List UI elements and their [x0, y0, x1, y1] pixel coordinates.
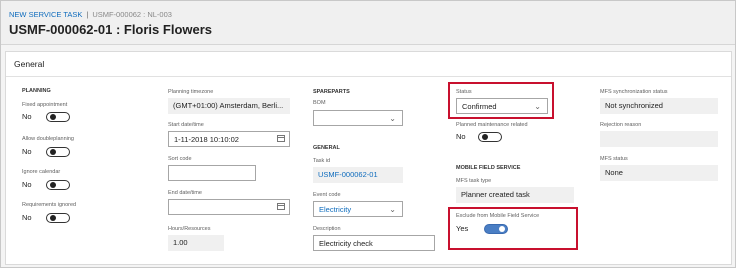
ignore-calendar-value: No: [22, 180, 32, 189]
breadcrumb-id: USMF-000062 : NL-003: [92, 10, 172, 19]
ignore-calendar-toggle[interactable]: [46, 180, 70, 190]
event-code-dropdown[interactable]: Electricity ⌄: [313, 201, 403, 217]
bom-label: BOM: [313, 100, 326, 106]
planning-timezone-field[interactable]: (GMT+01:00) Amsterdam, Berli...: [168, 98, 290, 114]
form-window: NEW SERVICE TASK | USMF-000062 : NL-003 US…: [0, 0, 736, 268]
breadcrumb: NEW SERVICE TASK | USMF-000062 : NL-003: [9, 10, 172, 19]
fixed-appointment-label: Fixed appointment: [22, 102, 68, 108]
description-field[interactable]: Electricity check: [313, 235, 435, 251]
breadcrumb-link[interactable]: NEW SERVICE TASK: [9, 10, 82, 19]
group-spareparts: SPAREPARTS: [313, 89, 350, 95]
group-general: GENERAL: [313, 145, 340, 151]
page-title: USMF-000062-01 : Floris Flowers: [9, 22, 213, 37]
page-header: NEW SERVICE TASK | USMF-000062 : NL-003 US…: [1, 1, 735, 45]
mfs-task-type-label: MFS task type: [456, 178, 492, 184]
mfs-status-field[interactable]: None: [600, 165, 718, 181]
start-datetime-value: 1-11-2018 10:10:02: [174, 135, 239, 144]
requirements-ignored-toggle[interactable]: [46, 213, 70, 223]
toggle-knob: [499, 226, 505, 232]
sort-code-field[interactable]: [168, 165, 256, 181]
chevron-down-icon: ⌄: [389, 205, 396, 214]
allow-doubleplanning-value: No: [22, 147, 32, 156]
mfs-sync-status-label: MFS synchronization status: [600, 89, 668, 95]
exclude-mfs-value: Yes: [456, 224, 469, 233]
status-value: Confirmed: [462, 102, 497, 111]
status-label: Status: [456, 89, 472, 95]
planned-maintenance-toggle[interactable]: [478, 132, 502, 142]
fixed-appointment-toggle[interactable]: [46, 112, 70, 122]
chevron-down-icon: ⌄: [534, 102, 541, 111]
hours-resources-field[interactable]: 1.00: [168, 235, 224, 251]
event-code-value: Electricity: [319, 205, 352, 214]
rejection-reason-label: Rejection reason: [600, 122, 642, 128]
requirements-ignored-value: No: [22, 213, 32, 222]
exclude-mfs-label: Exclude from Mobile Field Service: [456, 213, 540, 219]
allow-doubleplanning-label: Allow doubleplanning: [22, 136, 74, 142]
exclude-mfs-toggle[interactable]: [484, 224, 508, 234]
breadcrumb-separator: |: [86, 10, 89, 19]
section-divider: [6, 76, 731, 77]
toggle-knob: [50, 149, 56, 155]
toggle-knob: [50, 215, 56, 221]
planned-maintenance-label: Planned maintenance related: [456, 122, 528, 128]
description-label: Description: [313, 226, 341, 232]
ignore-calendar-label: Ignore calendar: [22, 169, 61, 175]
calendar-icon[interactable]: [277, 135, 285, 142]
planned-maintenance-value: No: [456, 132, 466, 141]
sort-code-label: Sort code: [168, 156, 192, 162]
general-section: General PLANNING Fixed appointment No Al…: [5, 51, 732, 265]
requirements-ignored-label: Requirements ignored: [22, 202, 77, 208]
task-id-label: Task id: [313, 158, 331, 164]
chevron-down-icon: ⌄: [389, 114, 396, 123]
end-datetime-field[interactable]: [168, 199, 290, 215]
mfs-task-type-field[interactable]: Planner created task: [456, 187, 574, 203]
bom-dropdown[interactable]: ⌄: [313, 110, 403, 126]
group-planning: PLANNING: [22, 88, 51, 94]
toggle-knob: [50, 114, 56, 120]
event-code-label: Event code: [313, 192, 341, 198]
toggle-knob: [50, 182, 56, 188]
calendar-icon[interactable]: [277, 203, 285, 210]
allow-doubleplanning-toggle[interactable]: [46, 147, 70, 157]
end-datetime-label: End date/time: [168, 190, 202, 196]
toggle-knob: [482, 134, 488, 140]
rejection-reason-field[interactable]: [600, 131, 718, 147]
mfs-status-label: MFS status: [600, 156, 628, 162]
hours-resources-label: Hours/Resources: [168, 226, 211, 232]
start-datetime-field[interactable]: 1-11-2018 10:10:02: [168, 131, 290, 147]
status-dropdown[interactable]: Confirmed ⌄: [456, 98, 548, 114]
planning-timezone-label: Planning timezone: [168, 89, 214, 95]
mfs-sync-status-field[interactable]: Not synchronized: [600, 98, 718, 114]
group-mobile-field-service: MOBILE FIELD SERVICE: [456, 165, 521, 171]
fixed-appointment-value: No: [22, 112, 32, 121]
task-id-field[interactable]: USMF-000062-01: [313, 167, 403, 183]
section-title-general[interactable]: General: [14, 59, 44, 69]
start-datetime-label: Start date/time: [168, 122, 204, 128]
